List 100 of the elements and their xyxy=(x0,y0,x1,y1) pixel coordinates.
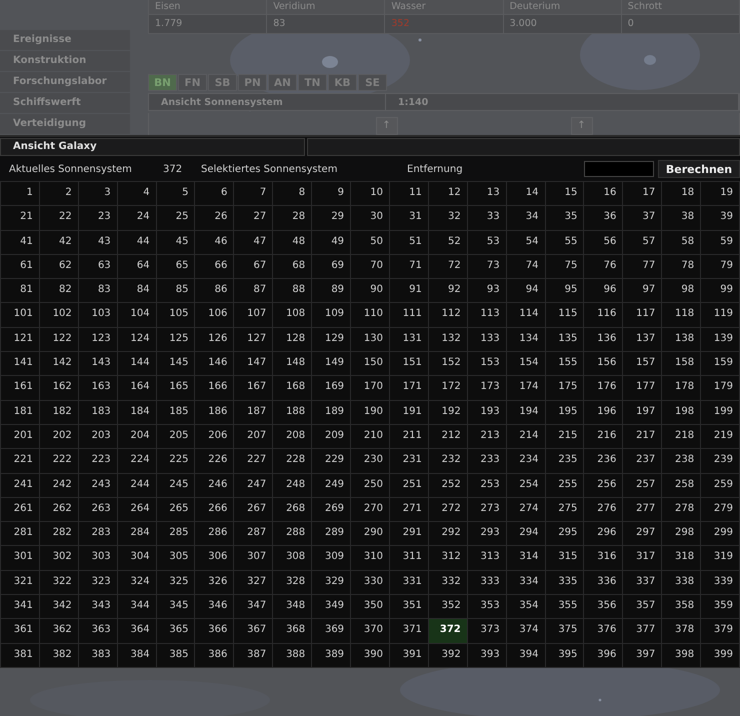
system-cell[interactable]: 255 xyxy=(546,474,584,497)
system-cell[interactable]: 3 xyxy=(78,182,117,206)
system-cell[interactable]: 56 xyxy=(584,230,622,254)
system-cell[interactable]: 208 xyxy=(273,424,312,448)
system-cell[interactable]: 192 xyxy=(428,400,467,424)
system-cell[interactable]: 362 xyxy=(40,619,78,643)
system-cell[interactable]: 41 xyxy=(1,230,39,254)
system-cell[interactable]: 89 xyxy=(312,279,350,302)
system-cell[interactable]: 253 xyxy=(468,474,506,497)
system-cell[interactable]: 154 xyxy=(506,352,545,376)
system-cell[interactable]: 45 xyxy=(156,230,194,254)
system-cell[interactable]: 4 xyxy=(118,182,156,206)
system-cell[interactable]: 315 xyxy=(546,546,584,570)
system-cell[interactable]: 395 xyxy=(546,644,584,667)
system-cell[interactable]: 322 xyxy=(40,570,78,594)
system-cell[interactable]: 132 xyxy=(428,328,467,352)
system-cell[interactable]: 2 xyxy=(40,182,78,206)
system-cell[interactable]: 108 xyxy=(273,303,312,327)
system-cell[interactable]: 88 xyxy=(273,279,312,302)
system-cell[interactable]: 381 xyxy=(1,644,39,667)
system-cell[interactable]: 14 xyxy=(506,182,545,206)
system-cell[interactable]: 90 xyxy=(351,279,389,302)
system-cell[interactable]: 130 xyxy=(351,328,389,352)
system-cell[interactable]: 361 xyxy=(1,619,39,643)
system-cell[interactable]: 213 xyxy=(468,424,506,448)
system-cell[interactable]: 313 xyxy=(468,546,506,570)
system-cell[interactable]: 382 xyxy=(40,644,78,667)
system-cell[interactable]: 274 xyxy=(506,498,545,522)
system-cell[interactable]: 26 xyxy=(195,206,234,230)
system-cell[interactable]: 11 xyxy=(390,182,428,206)
system-cell[interactable]: 91 xyxy=(390,279,428,302)
system-cell[interactable]: 30 xyxy=(351,206,389,230)
system-cell[interactable]: 266 xyxy=(195,498,234,522)
system-cell[interactable]: 113 xyxy=(468,303,506,327)
system-cell[interactable]: 309 xyxy=(312,546,350,570)
system-cell[interactable]: 312 xyxy=(428,546,467,570)
system-cell[interactable]: 171 xyxy=(390,376,428,400)
system-cell[interactable]: 43 xyxy=(78,230,117,254)
system-cell[interactable]: 82 xyxy=(40,279,78,302)
system-cell[interactable]: 232 xyxy=(428,449,467,473)
system-cell[interactable]: 212 xyxy=(428,424,467,448)
system-cell[interactable]: 204 xyxy=(118,424,156,448)
system-cell[interactable]: 269 xyxy=(312,498,350,522)
system-cell[interactable]: 123 xyxy=(78,328,117,352)
system-cell[interactable]: 367 xyxy=(234,619,272,643)
system-cell[interactable]: 16 xyxy=(584,182,622,206)
system-cell[interactable]: 275 xyxy=(546,498,584,522)
system-cell[interactable]: 155 xyxy=(546,352,584,376)
system-cell[interactable]: 150 xyxy=(351,352,389,376)
system-cell[interactable]: 115 xyxy=(546,303,584,327)
system-cell[interactable]: 195 xyxy=(546,400,584,424)
system-cell[interactable]: 345 xyxy=(156,595,194,618)
system-cell[interactable]: 106 xyxy=(195,303,234,327)
system-cell[interactable]: 46 xyxy=(195,230,234,254)
system-cell[interactable]: 246 xyxy=(195,474,234,497)
system-cell[interactable]: 384 xyxy=(118,644,156,667)
system-cell[interactable]: 34 xyxy=(506,206,545,230)
system-cell[interactable]: 52 xyxy=(428,230,467,254)
system-cell[interactable]: 10 xyxy=(351,182,389,206)
system-cell[interactable]: 377 xyxy=(623,619,662,643)
system-cell[interactable]: 393 xyxy=(468,644,506,667)
system-cell[interactable]: 37 xyxy=(623,206,662,230)
system-cell[interactable]: 151 xyxy=(390,352,428,376)
system-cell[interactable]: 51 xyxy=(390,230,428,254)
system-cell[interactable]: 317 xyxy=(623,546,662,570)
system-cell[interactable]: 229 xyxy=(312,449,350,473)
system-cell[interactable]: 279 xyxy=(701,498,739,522)
system-cell[interactable]: 184 xyxy=(118,400,156,424)
system-cell[interactable]: 74 xyxy=(506,254,545,278)
system-cell[interactable]: 70 xyxy=(351,254,389,278)
system-cell[interactable]: 278 xyxy=(662,498,700,522)
system-cell[interactable]: 259 xyxy=(701,474,739,497)
system-cell[interactable]: 271 xyxy=(390,498,428,522)
system-cell[interactable]: 122 xyxy=(40,328,78,352)
system-cell[interactable]: 358 xyxy=(662,595,700,618)
system-cell[interactable]: 83 xyxy=(78,279,117,302)
system-cell[interactable]: 163 xyxy=(78,376,117,400)
system-cell[interactable]: 93 xyxy=(468,279,506,302)
system-cell[interactable]: 79 xyxy=(701,254,739,278)
system-cell[interactable]: 284 xyxy=(118,522,156,546)
system-cell[interactable]: 177 xyxy=(623,376,662,400)
system-cell[interactable]: 325 xyxy=(156,570,194,594)
system-cell[interactable]: 305 xyxy=(156,546,194,570)
system-cell[interactable]: 261 xyxy=(1,498,39,522)
system-cell[interactable]: 203 xyxy=(78,424,117,448)
system-cell[interactable]: 134 xyxy=(506,328,545,352)
system-cell[interactable]: 247 xyxy=(234,474,272,497)
system-cell[interactable]: 96 xyxy=(584,279,622,302)
system-cell[interactable]: 31 xyxy=(390,206,428,230)
system-cell[interactable]: 139 xyxy=(701,328,739,352)
system-cell[interactable]: 307 xyxy=(234,546,272,570)
system-cell[interactable]: 352 xyxy=(428,595,467,618)
system-cell[interactable]: 72 xyxy=(428,254,467,278)
system-cell[interactable]: 29 xyxy=(312,206,350,230)
system-cell[interactable]: 292 xyxy=(428,522,467,546)
system-cell[interactable]: 346 xyxy=(195,595,234,618)
system-cell[interactable]: 239 xyxy=(701,449,739,473)
input-field[interactable] xyxy=(584,161,654,177)
system-cell[interactable]: 125 xyxy=(156,328,194,352)
system-cell[interactable]: 196 xyxy=(584,400,622,424)
